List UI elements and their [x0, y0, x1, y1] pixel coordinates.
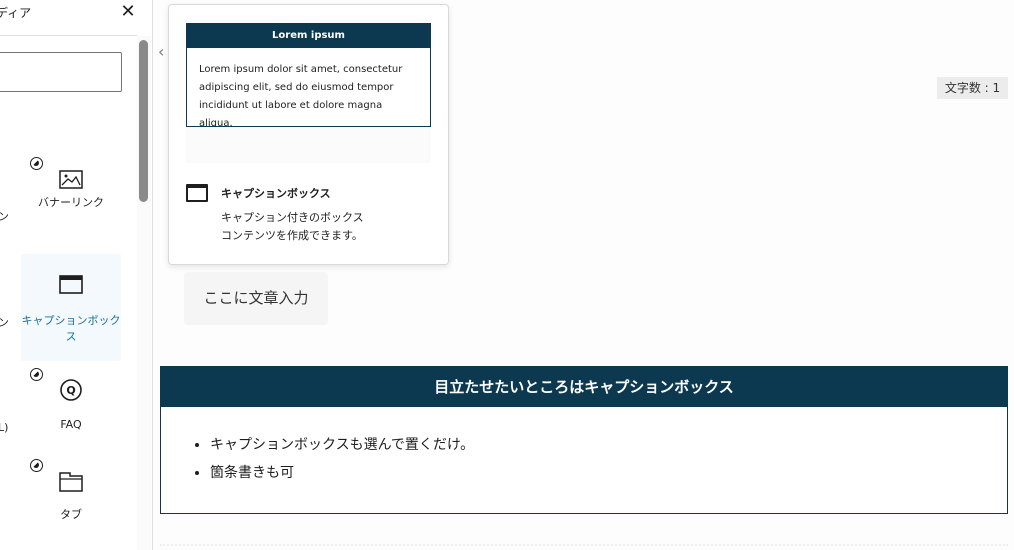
block-item-tab[interactable]: タブ	[21, 472, 121, 532]
block-inserter-panel: ディア ✕ ン ン L) バナーリンク キャプションボックス Q FAQ	[0, 0, 153, 550]
caption-box-icon	[59, 275, 83, 294]
caption-box-title[interactable]: 目立たせたいところはキャプションボックス	[161, 367, 1007, 407]
plugin-badge-icon	[30, 459, 43, 472]
caption-box-block[interactable]: 目立たせたいところはキャプションボックス キャプションボックスも選んで置くだけ。…	[160, 366, 1008, 514]
description-line: コンテンツを作成できます。	[221, 229, 363, 242]
block-item-label: FAQ	[60, 418, 82, 431]
cut-off-label: L)	[0, 421, 9, 434]
banner-link-icon	[59, 170, 83, 189]
block-preview-popover: Lorem ipsum Lorem ipsum dolor sit amet, …	[168, 4, 449, 265]
cut-off-label: ン	[0, 314, 9, 330]
block-item-faq[interactable]: Q FAQ	[21, 378, 121, 438]
panel-title: ディア	[0, 6, 32, 20]
popover-block-description: キャプション付きのボックス コンテンツを作成できます。	[221, 209, 421, 245]
caption-box-list[interactable]: キャプションボックスも選んで置くだけ。 箇条書きも可	[161, 407, 1007, 487]
scrollbar-thumb[interactable]	[139, 40, 148, 202]
preview-caption-box: Lorem ipsum Lorem ipsum dolor sit amet, …	[186, 23, 431, 129]
tab-icon	[59, 472, 83, 492]
character-count: 文字数 : 1	[937, 77, 1008, 99]
list-item[interactable]: キャプションボックスも選んで置くだけ。	[210, 431, 1007, 459]
preview-title: Lorem ipsum	[187, 24, 430, 48]
block-item-label: バナーリンク	[38, 196, 104, 209]
popover-block-title: キャプションボックス	[221, 187, 331, 200]
block-item-banner-link[interactable]: バナーリンク	[21, 166, 121, 238]
panel-divider	[0, 35, 137, 36]
close-icon[interactable]: ✕	[118, 1, 138, 23]
svg-text:Q: Q	[66, 384, 75, 397]
caption-box-icon	[186, 184, 208, 202]
preview-fade	[186, 127, 431, 163]
cut-off-label: ン	[0, 208, 9, 224]
block-item-label: タブ	[60, 508, 82, 521]
faq-icon: Q	[60, 379, 82, 401]
block-divider	[160, 544, 1008, 546]
paragraph-block[interactable]: ここに文章入力	[184, 272, 328, 325]
preview-text: Lorem ipsum dolor sit amet, consectetur …	[199, 64, 403, 129]
description-line: キャプション付きのボックス	[221, 211, 364, 224]
list-item[interactable]: 箇条書きも可	[210, 459, 1007, 487]
search-input[interactable]	[0, 52, 122, 92]
block-item-caption-box[interactable]: キャプションボックス	[21, 254, 121, 361]
block-item-label: キャプションボックス	[21, 314, 121, 343]
chevron-left-icon: ‹	[158, 42, 165, 61]
